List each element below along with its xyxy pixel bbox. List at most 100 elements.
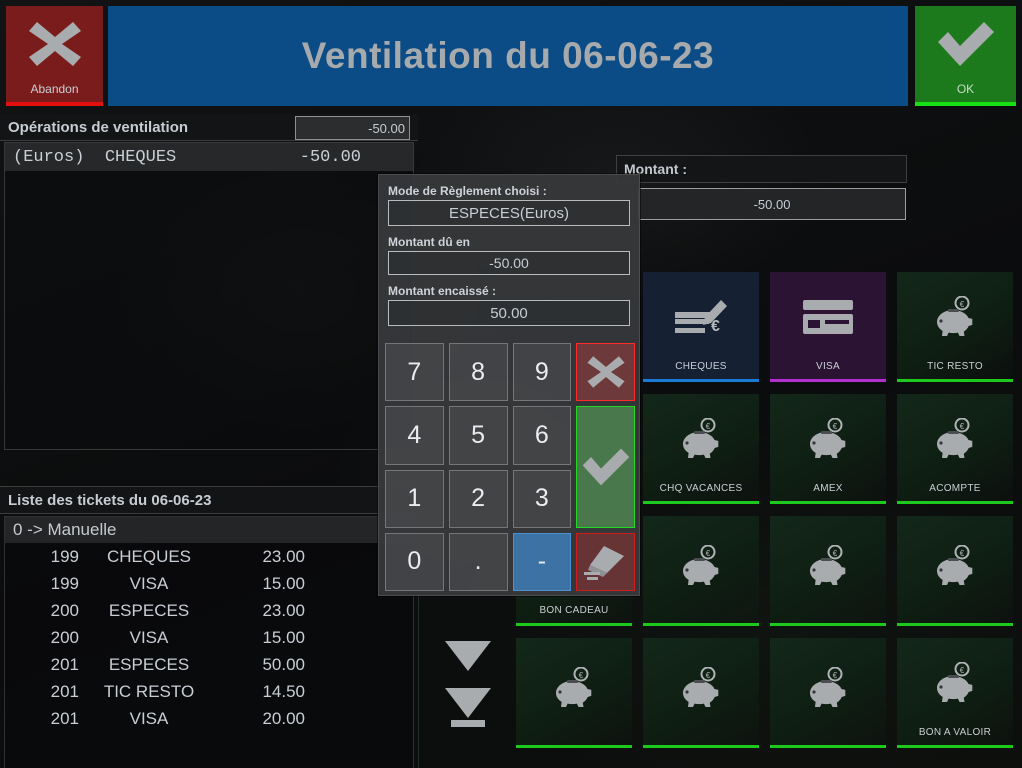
payment-tile-accent-bar bbox=[770, 379, 886, 382]
payment-tile-cheques[interactable]: € CHEQUES bbox=[643, 272, 759, 382]
payment-tile-accent-bar bbox=[897, 501, 1013, 504]
keypad-key-7[interactable]: 7 bbox=[385, 343, 444, 402]
mode-label: Mode de Règlement choisi : bbox=[388, 184, 547, 198]
ticket-number: 199 bbox=[50, 573, 79, 593]
payment-tile-visa[interactable]: VISA bbox=[770, 272, 886, 382]
piggy-bank-icon: € bbox=[897, 638, 1013, 727]
page-title: Ventilation du 06-06-23 bbox=[301, 35, 715, 76]
keypad-key-1[interactable]: 1 bbox=[385, 469, 444, 528]
abandon-label: Abandon bbox=[30, 82, 79, 96]
payment-tile-accent-bar bbox=[897, 745, 1013, 748]
payment-tile-accent-bar bbox=[770, 745, 886, 748]
payment-tile-bon-a-valoir[interactable]: € BON A VALOIR bbox=[897, 638, 1013, 748]
payment-tile-acompte[interactable]: € ACOMPTE bbox=[897, 394, 1013, 504]
ticket-mode: ESPECES bbox=[108, 654, 190, 674]
tickets-list[interactable]: 0 -> Manuelle 199 CHEQUES 23.00 199 VISA 15.00… bbox=[4, 516, 414, 768]
ticket-amount: 15.00 bbox=[262, 627, 305, 647]
payment-tile-empty[interactable]: € bbox=[516, 638, 632, 748]
keypad-key-6[interactable]: 6 bbox=[512, 406, 572, 465]
ticket-row[interactable]: 201 ESPECES 50.00 bbox=[5, 651, 413, 678]
svg-text:€: € bbox=[706, 549, 711, 558]
payment-tile-empty[interactable]: € bbox=[643, 638, 759, 748]
payment-keypad-dialog: Mode de Règlement choisi : ESPECES(Euros… bbox=[378, 174, 640, 596]
ticket-row[interactable]: 200 ESPECES 23.00 bbox=[5, 597, 413, 624]
ticket-mode: VISA bbox=[129, 627, 169, 647]
keypad-validate-button[interactable] bbox=[576, 406, 635, 528]
operations-header: Opérations de ventilation -50.00 bbox=[0, 114, 418, 141]
credit-card-icon bbox=[770, 272, 886, 361]
svg-text:€: € bbox=[960, 300, 965, 309]
svg-text:€: € bbox=[960, 666, 965, 675]
payment-tile-accent-bar bbox=[643, 623, 759, 626]
payment-tile-empty[interactable]: € bbox=[897, 516, 1013, 626]
ticket-amount: 20.00 bbox=[262, 708, 305, 728]
operation-row[interactable]: (Euros) CHEQUES -50.00 bbox=[5, 143, 413, 171]
ticket-amount: 50.00 bbox=[262, 654, 305, 674]
keypad-key-minus[interactable]: - bbox=[512, 532, 572, 591]
ticket-mode: CHEQUES bbox=[106, 546, 192, 566]
keypad-key-5[interactable]: 5 bbox=[448, 406, 508, 465]
keypad-cancel-button[interactable] bbox=[576, 343, 635, 402]
panel-divider bbox=[418, 586, 419, 768]
payment-tile-empty[interactable]: € bbox=[770, 638, 886, 748]
svg-text:€: € bbox=[706, 422, 711, 431]
piggy-bank-icon: € bbox=[643, 394, 759, 483]
cheque-pen-icon: € bbox=[643, 272, 759, 361]
ticket-amount: 15.00 bbox=[262, 573, 305, 593]
abandon-button[interactable]: Abandon bbox=[6, 6, 103, 106]
ok-label: OK bbox=[956, 82, 975, 96]
ticket-mode: TIC RESTO bbox=[103, 681, 195, 701]
left-panel: Opérations de ventilation -50.00 (Euros)… bbox=[0, 114, 418, 768]
payment-tile-accent-bar bbox=[643, 379, 759, 382]
keypad-key-decimal[interactable]: . bbox=[448, 532, 508, 591]
keypad-key-4[interactable]: 4 bbox=[385, 406, 444, 465]
ticket-number: 201 bbox=[50, 654, 79, 674]
piggy-bank-icon: € bbox=[643, 638, 759, 738]
ticket-row[interactable]: 200 VISA 15.00 bbox=[5, 624, 413, 651]
ticket-number: 201 bbox=[50, 708, 79, 728]
keypad-key-2[interactable]: 2 bbox=[448, 469, 508, 528]
ticket-row[interactable]: 201 VISA 20.00 bbox=[5, 705, 413, 732]
ticket-row[interactable]: 199 VISA 15.00 bbox=[5, 570, 413, 597]
piggy-bank-icon: € bbox=[770, 394, 886, 483]
operations-list[interactable]: (Euros) CHEQUES -50.00 bbox=[4, 142, 414, 450]
payment-tile-chq-vacances[interactable]: € CHQ VACANCES bbox=[643, 394, 759, 504]
payment-tile-accent-bar bbox=[516, 623, 632, 626]
received-label: Montant encaissé : bbox=[388, 284, 497, 298]
keypad-erase-button[interactable] bbox=[576, 532, 635, 591]
arrow-down-icon[interactable] bbox=[440, 630, 496, 682]
ticket-mode: VISA bbox=[129, 708, 169, 728]
payment-tile-accent-bar bbox=[770, 501, 886, 504]
ticket-number: 201 bbox=[50, 681, 79, 701]
ticket-row[interactable]: 201 TIC RESTO 14.50 bbox=[5, 678, 413, 705]
svg-text:€: € bbox=[833, 422, 838, 431]
piggy-bank-icon: € bbox=[516, 638, 632, 738]
svg-text:€: € bbox=[960, 422, 965, 431]
mode-value-field[interactable]: ESPECES(Euros) bbox=[388, 200, 630, 226]
ticket-group-header[interactable]: 0 -> Manuelle bbox=[5, 517, 413, 543]
payment-tile-amex[interactable]: € AMEX bbox=[770, 394, 886, 504]
keypad-key-3[interactable]: 3 bbox=[512, 469, 572, 528]
ok-button[interactable]: OK bbox=[915, 6, 1016, 106]
arrow-down-to-end-icon[interactable] bbox=[440, 682, 496, 734]
payment-tile-tic-resto[interactable]: € TIC RESTO bbox=[897, 272, 1013, 382]
operations-total: -50.00 bbox=[295, 116, 410, 140]
piggy-bank-icon: € bbox=[897, 272, 1013, 361]
payment-tile-empty[interactable]: € bbox=[770, 516, 886, 626]
tickets-header: Liste des tickets du 06-06-23 bbox=[0, 486, 418, 514]
svg-text:€: € bbox=[960, 549, 965, 558]
keypad-key-9[interactable]: 9 bbox=[512, 343, 572, 402]
ticket-amount: 23.00 bbox=[262, 600, 305, 620]
piggy-bank-icon: € bbox=[643, 516, 759, 616]
scroll-arrows bbox=[440, 630, 496, 750]
keypad-key-8[interactable]: 8 bbox=[448, 343, 508, 402]
svg-text:€: € bbox=[579, 671, 584, 680]
keypad-key-0[interactable]: 0 bbox=[385, 532, 444, 591]
svg-text:€: € bbox=[833, 671, 838, 680]
montant-value: -50.00 bbox=[638, 188, 906, 220]
received-amount-input[interactable]: 50.00 bbox=[388, 300, 630, 326]
due-label: Montant dû en bbox=[388, 235, 470, 249]
ticket-row[interactable]: 199 CHEQUES 23.00 bbox=[5, 543, 413, 570]
payment-tile-empty[interactable]: € bbox=[643, 516, 759, 626]
piggy-bank-icon: € bbox=[897, 516, 1013, 616]
